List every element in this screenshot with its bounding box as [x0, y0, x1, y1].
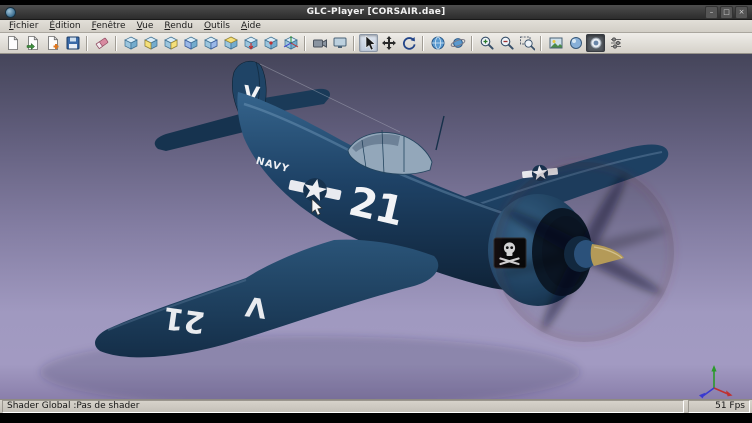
add-file-icon — [45, 35, 61, 51]
axis-cube-icon — [283, 35, 299, 51]
options-button[interactable] — [606, 34, 625, 52]
pan-arrows-icon — [381, 35, 397, 51]
open-file-button[interactable] — [23, 34, 42, 52]
zoom-out-icon — [499, 35, 515, 51]
iso-cube-icon — [123, 35, 139, 51]
texture-mode-button[interactable] — [546, 34, 565, 52]
antenna-mast — [436, 116, 444, 150]
front-view-button[interactable] — [141, 34, 160, 52]
add-file-button[interactable] — [43, 34, 62, 52]
propeller — [494, 162, 674, 342]
globe-icon — [430, 35, 446, 51]
orbit-globe-icon — [450, 35, 466, 51]
bottom-view-cube-icon — [243, 35, 259, 51]
back-view-cube-icon — [163, 35, 179, 51]
top-view-cube-icon — [223, 35, 239, 51]
snapshot-lens-icon — [588, 35, 604, 51]
toolbar — [0, 33, 752, 54]
save-file-button[interactable] — [63, 34, 82, 52]
right-view-button[interactable] — [201, 34, 220, 52]
corsair-model: V NAVY 21 — [95, 61, 674, 357]
maximize-button[interactable]: □ — [720, 6, 733, 19]
new-file-button[interactable] — [3, 34, 22, 52]
rotate-arrow-icon — [401, 35, 417, 51]
wing-letter: V — [244, 290, 269, 324]
save-file-icon — [65, 35, 81, 51]
application-window: GLC-Player [CORSAIR.dae] – □ × Fichier É… — [0, 0, 752, 423]
menu-fenetre[interactable]: Fenêtre — [87, 20, 131, 32]
zoom-in-icon — [479, 35, 495, 51]
menu-aide[interactable]: Aide — [236, 20, 266, 32]
menu-vue[interactable]: Vue — [132, 20, 159, 32]
select-tool-button[interactable] — [359, 34, 378, 52]
bottom-view-button[interactable] — [241, 34, 260, 52]
zoom-in-button[interactable] — [477, 34, 496, 52]
toolbar-separator — [304, 36, 306, 51]
menu-rendu[interactable]: Rendu — [159, 20, 198, 32]
fps-counter: 51 Fps — [688, 400, 750, 413]
menu-outils[interactable]: Outils — [199, 20, 235, 32]
minimize-button[interactable]: – — [705, 6, 718, 19]
close-button[interactable]: × — [735, 6, 748, 19]
near-stabilizer — [155, 114, 244, 151]
front-view-cube-icon — [143, 35, 159, 51]
texture-image-icon — [548, 35, 564, 51]
eraser-button[interactable] — [92, 34, 111, 52]
axis-view-button[interactable] — [281, 34, 300, 52]
globe-tool-button[interactable] — [428, 34, 447, 52]
viewport-3d[interactable]: V NAVY 21 — [0, 54, 752, 399]
right-view-cube-icon — [203, 35, 219, 51]
zoom-window-icon — [519, 35, 535, 51]
screen-view-button[interactable] — [330, 34, 349, 52]
toolbar-separator — [86, 36, 88, 51]
toolbar-separator — [422, 36, 424, 51]
camera-view-button[interactable] — [310, 34, 329, 52]
sliders-icon — [608, 35, 624, 51]
snapshot-button[interactable] — [586, 34, 605, 52]
new-file-icon — [5, 35, 21, 51]
shaded-sphere-icon — [568, 35, 584, 51]
pan-tool-button[interactable] — [379, 34, 398, 52]
orbit-tool-button[interactable] — [448, 34, 467, 52]
top-view-button[interactable] — [221, 34, 240, 52]
render-mode-button[interactable] — [566, 34, 585, 52]
rotate-tool-button[interactable] — [399, 34, 418, 52]
back-view-button[interactable] — [161, 34, 180, 52]
axonometric-view-button[interactable] — [261, 34, 280, 52]
axonometric-cube-icon — [263, 35, 279, 51]
monitor-icon — [332, 35, 348, 51]
shader-status: Shader Global :Pas de shader — [2, 400, 684, 413]
eraser-icon — [94, 35, 110, 51]
left-view-cube-icon — [183, 35, 199, 51]
scene: V NAVY 21 — [0, 54, 752, 399]
titlebar[interactable]: GLC-Player [CORSAIR.dae] – □ × — [0, 5, 752, 20]
open-file-icon — [25, 35, 41, 51]
menubar: Fichier Édition Fenêtre Vue Rendu Outils… — [0, 20, 752, 33]
toolbar-separator — [471, 36, 473, 51]
orientation-axes — [699, 365, 733, 398]
toolbar-separator — [115, 36, 117, 51]
select-cursor-icon — [361, 35, 377, 51]
window-controls: – □ × — [705, 6, 752, 19]
statusbar: Shader Global :Pas de shader 51 Fps — [0, 399, 752, 413]
toolbar-separator — [540, 36, 542, 51]
zoom-out-button[interactable] — [497, 34, 516, 52]
zoom-window-button[interactable] — [517, 34, 536, 52]
wing-number: 21 — [161, 299, 207, 339]
menu-edition[interactable]: Édition — [44, 20, 85, 32]
menu-fichier[interactable]: Fichier — [4, 20, 43, 32]
window-title: GLC-Player [CORSAIR.dae] — [0, 7, 752, 17]
left-view-button[interactable] — [181, 34, 200, 52]
iso-view-button[interactable] — [121, 34, 140, 52]
toolbar-separator — [353, 36, 355, 51]
desktop-strip-bottom — [0, 413, 752, 423]
camera-icon — [312, 35, 328, 51]
